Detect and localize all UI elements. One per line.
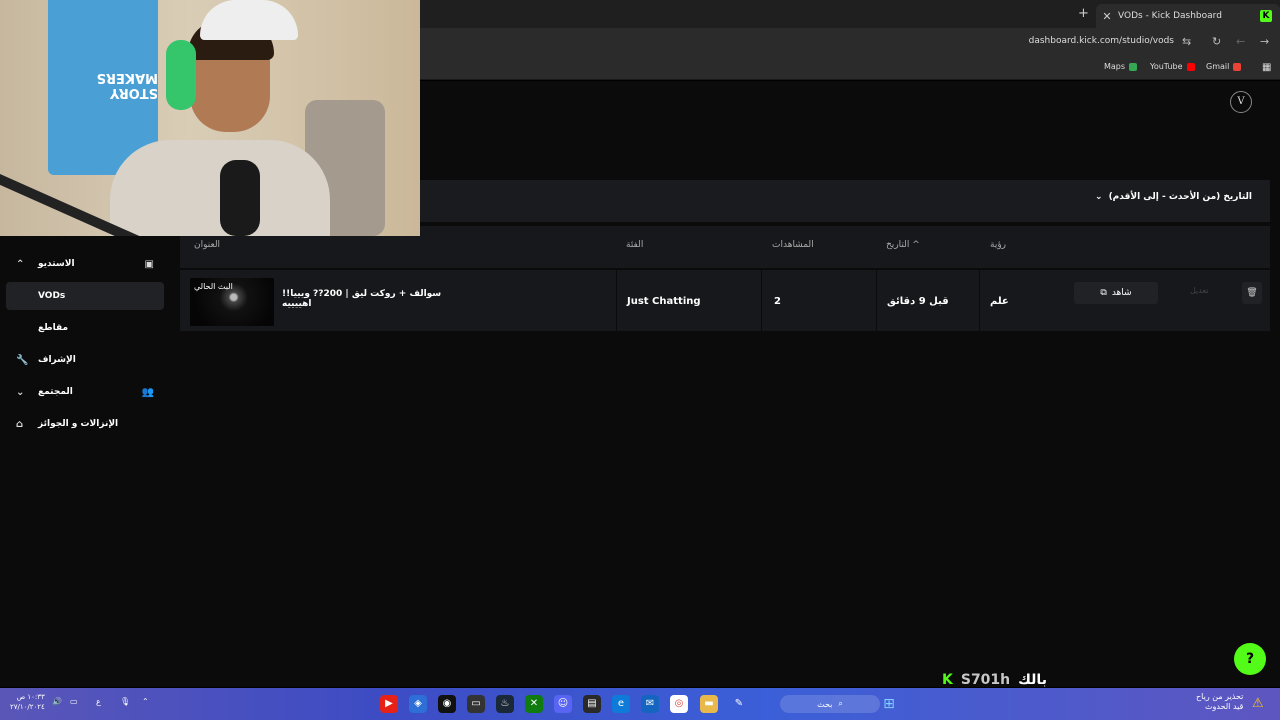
obs-icon[interactable]: ◉ [438,695,456,713]
microphone-icon[interactable]: 🎙 [120,697,130,706]
vod-thumbnail[interactable]: البث الحالي [190,278,274,326]
reload-icon[interactable]: ↻ [1212,35,1221,48]
steam-icon[interactable]: ♨ [496,695,514,713]
sidebar-item-studio[interactable]: ⌃ الاستديو ▣ [6,250,164,278]
column-title: العنوان [194,240,221,250]
close-icon[interactable]: ✕ [1096,10,1118,23]
brand-name: بالك [1018,672,1047,688]
sort-dropdown[interactable]: ⌄ التاريخ (من الأحدث - إلى الأقدم) [1095,192,1252,202]
widget-icon[interactable]: ✎ [730,695,748,713]
microphone [220,160,260,236]
windows-start-icon[interactable]: ⊞ [880,695,898,713]
webcam-overlay: STORY MAKERS [0,0,420,236]
stream-brand: K S701h بالك [942,672,1047,688]
vod-visibility: علم [979,270,1063,332]
bookmark-gmail[interactable]: Gmail [1206,62,1242,71]
url-field[interactable]: dashboard.kick.com/studio/vods [1029,36,1174,46]
delete-button[interactable]: 🗑 [1242,282,1262,304]
gift-icon: ⌂ [16,418,24,430]
sidebar-item-community[interactable]: ⌄ المجتمع 👥 [6,378,164,406]
edit-button[interactable]: تعديل [1190,286,1209,295]
brand-handle: S701h [960,672,1011,688]
studio-icon: ▣ [144,258,154,270]
bookmark-youtube[interactable]: YouTube [1150,62,1195,71]
trash-icon: 🗑 [1246,288,1258,298]
wrench-icon: 🔧 [16,354,29,366]
avatar[interactable]: V [1230,91,1252,113]
maps-icon [1129,62,1138,71]
thumbnail-label: البث الحالي [194,282,233,291]
bookmark-maps[interactable]: Maps [1104,62,1138,71]
column-date[interactable]: التاريخ ^ [886,240,920,250]
column-category: الفئة [626,240,644,250]
kick-favicon-icon: K [1260,10,1272,22]
chrome-icon[interactable]: ◎ [670,695,688,713]
column-visibility: رؤية [990,240,1007,250]
youtube-icon [1186,62,1195,71]
discord-icon[interactable]: ☺ [554,695,572,713]
chevron-down-icon: ⌄ [16,386,25,398]
store-icon[interactable]: ▤ [583,695,601,713]
chevron-down-icon: ⌄ [1095,192,1103,202]
youtube-app-icon[interactable]: ▶ [380,695,398,713]
sort-label: التاريخ (من الأحدث - إلى الأقدم) [1108,192,1252,202]
browser-tab[interactable]: ✕ VODs - Kick Dashboard K [1096,4,1280,28]
language-indicator[interactable]: ع [96,697,101,706]
weather-widget[interactable]: تحذير من رياح قيد الحدوث [1196,692,1243,712]
table-row[interactable]: البث الحالي سوالف + روكت ليق | 200?? ويي… [180,269,1270,332]
volume-icon[interactable]: 🔊 [52,697,62,706]
column-views[interactable]: المشاهدات [772,240,814,250]
users-icon: 👥 [141,386,154,398]
sort-up-icon: ^ [912,240,920,250]
sidebar-item-clips[interactable]: مقاطع [6,314,164,342]
chevron-up-icon: ⌃ [16,258,25,270]
tab-title: VODs - Kick Dashboard [1118,11,1222,21]
sidebar-item-vods[interactable]: VODs [6,282,164,310]
mail-icon[interactable]: ✉ [641,695,659,713]
clock[interactable]: ١٠:٣٣ ص ٢٧/١٠/٢٠٢٤ [10,692,45,712]
kick-logo-icon: K [942,672,953,688]
taskbar: ١٠:٣٣ ص ٢٧/١٠/٢٠٢٤ 🔊 ▭ ع 🎙 ⌃ ▶ ◈ ◉ ▭ ♨ ✕… [0,688,1280,720]
search-icon: ⌕ [838,699,843,708]
window-app-icon[interactable]: ▭ [467,695,485,713]
gmail-icon [1233,62,1242,71]
warning-icon[interactable]: ⚠ [1252,696,1264,711]
headset [166,40,196,110]
site-settings-icon[interactable]: ⇆ [1182,35,1191,48]
apps-grid-icon[interactable]: ▦ [1262,62,1271,73]
forward-icon[interactable]: ← [1236,35,1245,48]
sidebar-item-drops[interactable]: ⌂ الإنزالات و الجوائز [6,410,164,438]
vod-category: Just Chatting [616,270,761,332]
edge-icon[interactable]: e [612,695,630,713]
network-icon[interactable]: ▭ [70,697,78,706]
chevron-up-icon[interactable]: ⌃ [142,697,149,706]
vod-views: 2 [761,270,876,332]
external-link-icon: ⧉ [1100,288,1107,298]
taskbar-search[interactable]: بحث ⌕ [780,695,880,713]
vod-date: قبل 9 دقائق [876,270,979,332]
xbox-icon[interactable]: ✕ [525,695,543,713]
watch-button[interactable]: ⧉ شاهد [1074,282,1158,304]
streamer-cap [200,0,298,40]
file-explorer-icon[interactable]: ▬ [700,695,718,713]
sidebar-item-moderation[interactable]: 🔧 الإشراف [6,346,164,374]
new-tab-button[interactable]: + [1078,6,1089,21]
help-chat-icon[interactable]: ? [1234,643,1266,675]
vod-title: سوالف + روكت ليق | 200?? ويييا!!اهييييه [282,289,442,309]
shield-app-icon[interactable]: ◈ [409,695,427,713]
back-icon[interactable]: → [1260,35,1269,48]
